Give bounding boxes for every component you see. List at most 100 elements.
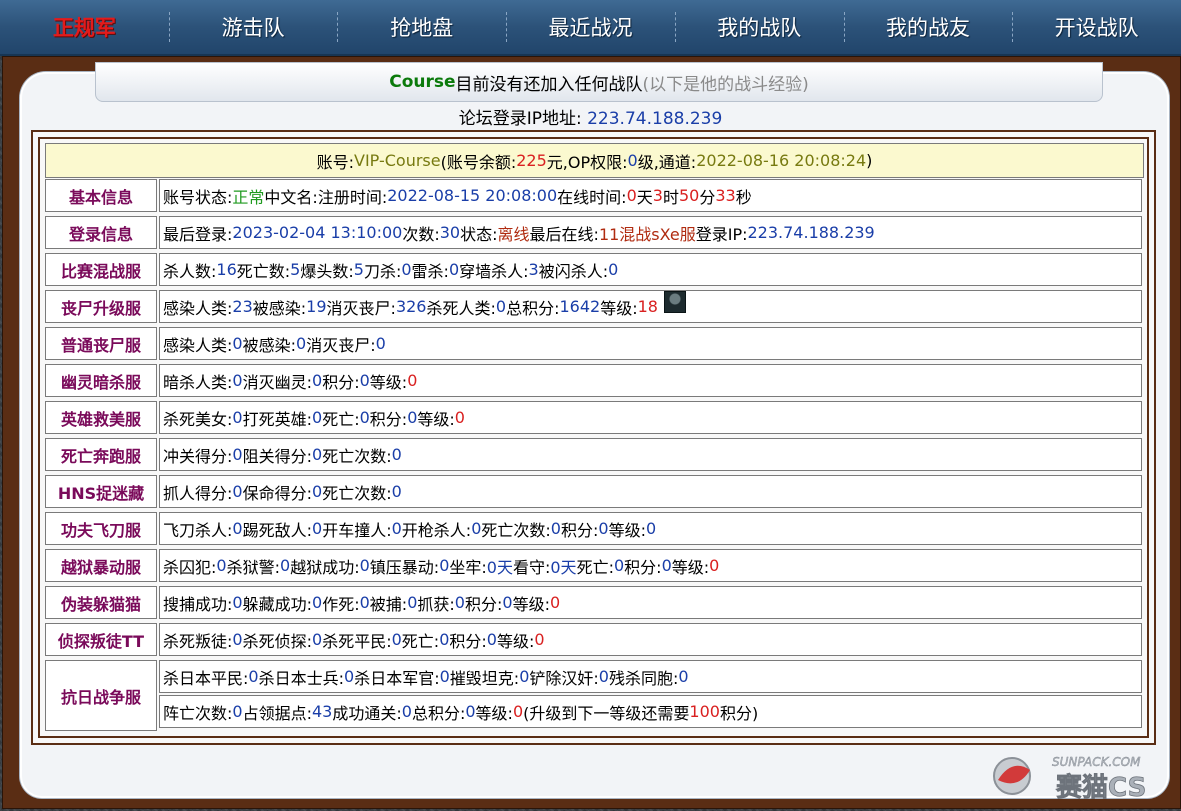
stats-row: 基本信息 账号状态: 正常 中文名: 注册时间: 2022-08-15 20:08:0… bbox=[45, 179, 1142, 212]
watermark-brand-text: 赛猫CS bbox=[1055, 772, 1146, 803]
field-key: 天 bbox=[636, 187, 653, 207]
field-key: 等级: bbox=[496, 631, 535, 651]
field-value: 0 bbox=[512, 702, 524, 721]
field-key: 杀死侦探: bbox=[242, 631, 312, 651]
nav-item-4[interactable]: 我的战队 bbox=[674, 0, 844, 54]
field-key: 死亡: bbox=[576, 557, 614, 577]
field-key: 中文名: bbox=[264, 187, 318, 207]
field-value: 0 bbox=[312, 482, 323, 501]
field-value: 0 bbox=[454, 593, 465, 612]
row-label: HNS捉迷藏 bbox=[45, 475, 157, 508]
field-key: 残杀同胞: bbox=[608, 668, 679, 688]
field-key: 注册时间: bbox=[317, 187, 388, 207]
player-name[interactable]: Course bbox=[389, 72, 455, 92]
row-label: 英雄救美服 bbox=[45, 401, 157, 434]
field-key: 铲除汉奸: bbox=[529, 668, 599, 688]
field-key: 杀狱警: bbox=[226, 557, 280, 577]
row-label: 比赛混战服 bbox=[45, 253, 157, 286]
field-value: 0 bbox=[232, 630, 243, 649]
field-key: 等级: bbox=[608, 520, 646, 540]
field-key: 积分: bbox=[322, 372, 360, 392]
row-content: 抓人得分: 0 保命得分: 0 死亡次数: 0 bbox=[159, 475, 1142, 508]
field-value: 0 bbox=[407, 408, 418, 427]
field-value: 18 bbox=[637, 297, 658, 316]
field-value: 0 bbox=[401, 260, 412, 279]
field-key: 最后登录: bbox=[163, 224, 233, 244]
balance-unit: 元, bbox=[546, 152, 568, 172]
field-key: 在线时间: bbox=[557, 187, 627, 207]
account-label: 账号: bbox=[316, 152, 354, 172]
field-key: 被感染: bbox=[242, 335, 296, 355]
field-key: 打死英雄: bbox=[242, 409, 312, 429]
field-value: 0 bbox=[312, 371, 323, 390]
field-key: 等级: bbox=[512, 594, 550, 614]
stats-table: 账号: VIP-Course (账号余额: 225 元, OP权限: 0 级, … bbox=[38, 137, 1149, 738]
field-value: 0 bbox=[391, 445, 402, 464]
stats-row: 丧尸升级服 感染人类: 23 被感染: 19 消灭丧尸: 326 杀死人类: 0 总积分:… bbox=[45, 290, 1142, 323]
field-key: 开枪杀人: bbox=[401, 520, 472, 540]
field-value: 43 bbox=[312, 702, 333, 721]
field-key: 刀杀: bbox=[363, 261, 402, 281]
nav-item-5[interactable]: 我的战友 bbox=[843, 0, 1013, 54]
field-key: 杀死美女: bbox=[163, 409, 233, 429]
field-key: 暗杀人类: bbox=[163, 372, 233, 392]
field-value: 0 bbox=[645, 519, 657, 538]
field-key: 死亡次数: bbox=[322, 483, 392, 503]
field-value: 0天 bbox=[486, 557, 513, 577]
row-content: 冲关得分: 0 阻关得分: 0 死亡次数: 0 bbox=[159, 438, 1142, 471]
upgrade-suffix: 积分) bbox=[719, 703, 759, 723]
battle-note: (以下是他的战斗经验) bbox=[642, 74, 809, 95]
field-value: 0 bbox=[486, 630, 497, 649]
field-value: 0 bbox=[232, 334, 243, 353]
field-value: 0 bbox=[534, 630, 545, 649]
field-value: 0 bbox=[359, 593, 370, 612]
field-value: 0 bbox=[678, 667, 689, 686]
op-label: OP权限: bbox=[567, 152, 628, 172]
field-value: 0 bbox=[661, 556, 672, 575]
field-key: 开车撞人: bbox=[322, 520, 392, 540]
field-value: 0 bbox=[495, 297, 507, 316]
nav-item-0[interactable]: 正规军 bbox=[0, 0, 169, 54]
field-key: 消灭幽灵: bbox=[242, 372, 312, 392]
field-key: 死亡次数: bbox=[322, 446, 392, 466]
field-key: 被捕: bbox=[369, 594, 408, 614]
op-unit: 级, bbox=[637, 152, 659, 172]
field-key: 等级: bbox=[600, 298, 638, 318]
channel-value: 2022-08-16 20:08:24 bbox=[696, 151, 867, 170]
field-key: 搜捕成功: bbox=[163, 594, 233, 614]
nav-item-6[interactable]: 开设战队 bbox=[1012, 0, 1181, 54]
team-status: 目前没有还加入任何战队 bbox=[455, 74, 643, 95]
nav-item-2[interactable]: 抢地盘 bbox=[337, 0, 506, 54]
field-key: 状态: bbox=[460, 224, 498, 244]
field-value: 5 bbox=[353, 260, 364, 279]
field-key: 抓获: bbox=[417, 594, 455, 614]
field-key: 次数: bbox=[402, 224, 440, 244]
field-value: 0 bbox=[465, 702, 476, 721]
field-key: 账号状态: bbox=[163, 187, 233, 207]
field-value: 223.74.188.239 bbox=[747, 223, 875, 242]
row-label: 丧尸升级服 bbox=[45, 290, 157, 323]
upgrade-value: 100 bbox=[689, 702, 720, 721]
field-value: 0 bbox=[359, 371, 370, 390]
field-value: 0 bbox=[613, 556, 625, 575]
field-key: 冲关得分: bbox=[163, 446, 233, 466]
nav-item-3[interactable]: 最近战况 bbox=[506, 0, 675, 54]
field-value: 0 bbox=[407, 593, 418, 612]
field-key: 最后在线: bbox=[529, 224, 599, 244]
row-content: 杀死美女: 0 打死英雄: 0 死亡: 0 积分: 0 等级: 0 bbox=[159, 401, 1142, 434]
field-value: 0 bbox=[312, 445, 323, 464]
nav-item-1[interactable]: 游击队 bbox=[168, 0, 338, 54]
row-label: 功夫飞刀服 bbox=[45, 512, 157, 545]
field-value: 2022-08-15 20:08:00 bbox=[387, 186, 558, 205]
account-value: VIP-Course bbox=[354, 151, 441, 170]
field-key: 总积分: bbox=[506, 298, 560, 318]
field-value: 0 bbox=[232, 702, 243, 721]
field-key: 等级: bbox=[417, 409, 455, 429]
field-key: 积分: bbox=[449, 631, 487, 651]
field-value: 1642 bbox=[559, 297, 601, 316]
account-row: 账号: VIP-Course (账号余额: 225 元, OP权限: 0 级, … bbox=[45, 143, 1144, 178]
field-key: 杀日本士兵: bbox=[258, 668, 344, 688]
balance-value: 225 bbox=[516, 151, 547, 170]
field-value: 0 bbox=[626, 186, 637, 205]
field-value: 5 bbox=[290, 260, 301, 279]
